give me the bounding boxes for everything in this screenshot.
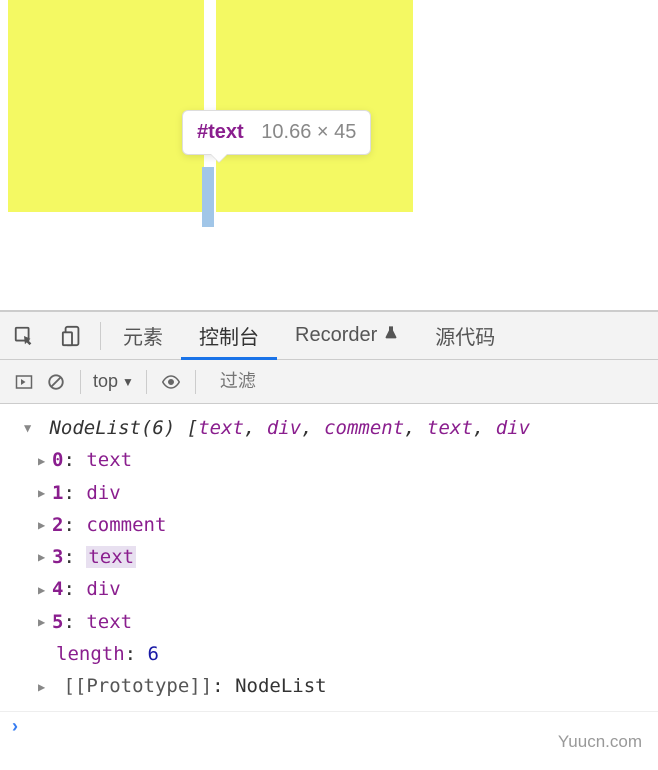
tooltip-selector: #text	[197, 121, 244, 143]
devtools-panel: 元素 控制台 Recorder 源代码 top ▼	[0, 310, 658, 741]
separator	[146, 370, 147, 394]
node-preview: comment	[324, 417, 404, 439]
tab-elements[interactable]: 元素	[105, 312, 181, 359]
inspect-icon[interactable]	[0, 325, 48, 347]
watermark: Yuucn.com	[558, 732, 642, 752]
tab-recorder[interactable]: Recorder	[277, 312, 417, 359]
entry-index: 3	[52, 546, 63, 568]
tooltip-dimensions: 10.66 × 45	[261, 121, 356, 143]
prompt-icon: ›	[12, 716, 18, 737]
entry-index: 2	[52, 514, 63, 536]
nodelist-entry[interactable]: 2: comment	[0, 509, 658, 541]
context-selector[interactable]: top ▼	[89, 369, 138, 394]
expand-arrow-icon[interactable]	[24, 418, 38, 438]
entry-value: text	[86, 546, 136, 568]
expand-arrow-icon[interactable]	[38, 483, 52, 503]
console-output: NodeList(6) [text, div, comment, text, d…	[0, 404, 658, 711]
console-toolbar: top ▼	[0, 360, 658, 404]
tab-console[interactable]: 控制台	[181, 312, 277, 359]
filter-input[interactable]	[216, 360, 650, 403]
dom-element-box	[8, 0, 204, 212]
dom-element-box	[216, 0, 413, 212]
property-name: [[Prototype]]	[63, 675, 212, 697]
tab-label: Recorder	[295, 324, 377, 347]
separator	[100, 322, 101, 350]
expand-arrow-icon[interactable]	[38, 612, 52, 632]
tab-label: 源代码	[435, 321, 495, 350]
entry-value: text	[86, 611, 132, 633]
entry-index: 0	[52, 449, 63, 471]
nodelist-entry[interactable]: 5: text	[0, 606, 658, 638]
sidebar-toggle-icon[interactable]	[8, 373, 40, 391]
entry-index: 4	[52, 578, 63, 600]
node-preview: text	[198, 417, 244, 439]
expand-arrow-icon[interactable]	[38, 515, 52, 535]
entry-value: comment	[86, 514, 166, 536]
entry-index: 1	[52, 482, 63, 504]
nodelist-entry[interactable]: 4: div	[0, 573, 658, 605]
entry-index: 5	[52, 611, 63, 633]
property-value: 6	[148, 643, 159, 665]
node-preview: text	[427, 417, 473, 439]
expand-arrow-icon[interactable]	[38, 451, 52, 471]
chevron-down-icon: ▼	[122, 375, 134, 389]
expand-arrow-icon[interactable]	[38, 547, 52, 567]
entry-value: div	[86, 482, 120, 504]
devtools-tab-bar: 元素 控制台 Recorder 源代码	[0, 312, 658, 360]
eye-icon[interactable]	[155, 373, 187, 391]
nodelist-entry[interactable]: 3: text	[0, 541, 658, 573]
object-type: NodeList(6)	[49, 417, 175, 439]
length-property[interactable]: length: 6	[0, 638, 658, 670]
separator	[80, 370, 81, 394]
node-preview: div	[496, 417, 530, 439]
element-tooltip: #text 10.66 × 45	[182, 110, 371, 155]
node-preview: div	[267, 417, 301, 439]
flask-icon	[383, 324, 399, 347]
tab-label: 元素	[123, 321, 163, 350]
nodelist-entry[interactable]: 0: text	[0, 444, 658, 476]
clear-console-icon[interactable]	[40, 373, 72, 391]
entry-value: text	[86, 449, 132, 471]
context-label: top	[93, 371, 118, 392]
text-node-highlight	[202, 167, 214, 227]
property-value: NodeList	[235, 675, 327, 697]
separator	[195, 370, 196, 394]
page-viewport: #text 10.66 × 45	[0, 0, 658, 310]
device-toggle-icon[interactable]	[48, 325, 96, 347]
nodelist-header[interactable]: NodeList(6) [text, div, comment, text, d…	[0, 412, 658, 444]
expand-arrow-icon[interactable]	[38, 580, 52, 600]
entry-value: div	[86, 578, 120, 600]
nodelist-entry[interactable]: 1: div	[0, 477, 658, 509]
tab-sources[interactable]: 源代码	[417, 312, 513, 359]
property-name: length	[56, 643, 125, 665]
prototype-property[interactable]: [[Prototype]]: NodeList	[0, 670, 658, 702]
tab-label: 控制台	[199, 321, 259, 350]
expand-arrow-icon[interactable]	[38, 677, 52, 697]
